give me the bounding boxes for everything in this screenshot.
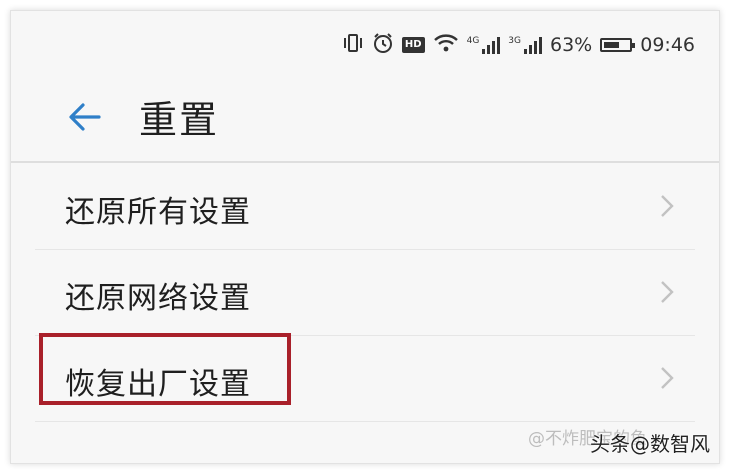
list-item-reset-network[interactable]: 还原网络设置 bbox=[35, 249, 695, 336]
hd-icon: HD bbox=[401, 37, 425, 53]
alarm-icon bbox=[372, 32, 394, 59]
highlight-box bbox=[39, 333, 291, 405]
battery-percent: 63% bbox=[550, 34, 593, 56]
phone-screen: HD 4G 3G 63% 09:46 重置 还原所有设置 还原网络设置 恢复出厂… bbox=[10, 10, 720, 464]
signal-icon-2: 3G bbox=[508, 36, 542, 54]
list-item-reset-all[interactable]: 还原所有设置 bbox=[35, 163, 695, 250]
app-header: 重置 bbox=[11, 71, 719, 163]
chevron-right-icon bbox=[661, 195, 674, 217]
battery-icon bbox=[600, 38, 636, 52]
list-item-label: 还原所有设置 bbox=[65, 195, 251, 230]
list-item-label: 还原网络设置 bbox=[65, 281, 251, 316]
back-arrow-icon[interactable] bbox=[65, 97, 105, 137]
vibrate-icon bbox=[342, 33, 364, 58]
signal-icon: 4G bbox=[467, 36, 501, 54]
chevron-right-icon bbox=[661, 367, 674, 389]
wifi-icon bbox=[433, 33, 459, 58]
status-bar: HD 4G 3G 63% 09:46 bbox=[342, 31, 695, 59]
chevron-right-icon bbox=[661, 281, 674, 303]
watermark-text-overlay: 头条@数智风 bbox=[590, 432, 710, 456]
clock: 09:46 bbox=[640, 34, 695, 56]
page-title: 重置 bbox=[139, 98, 220, 142]
